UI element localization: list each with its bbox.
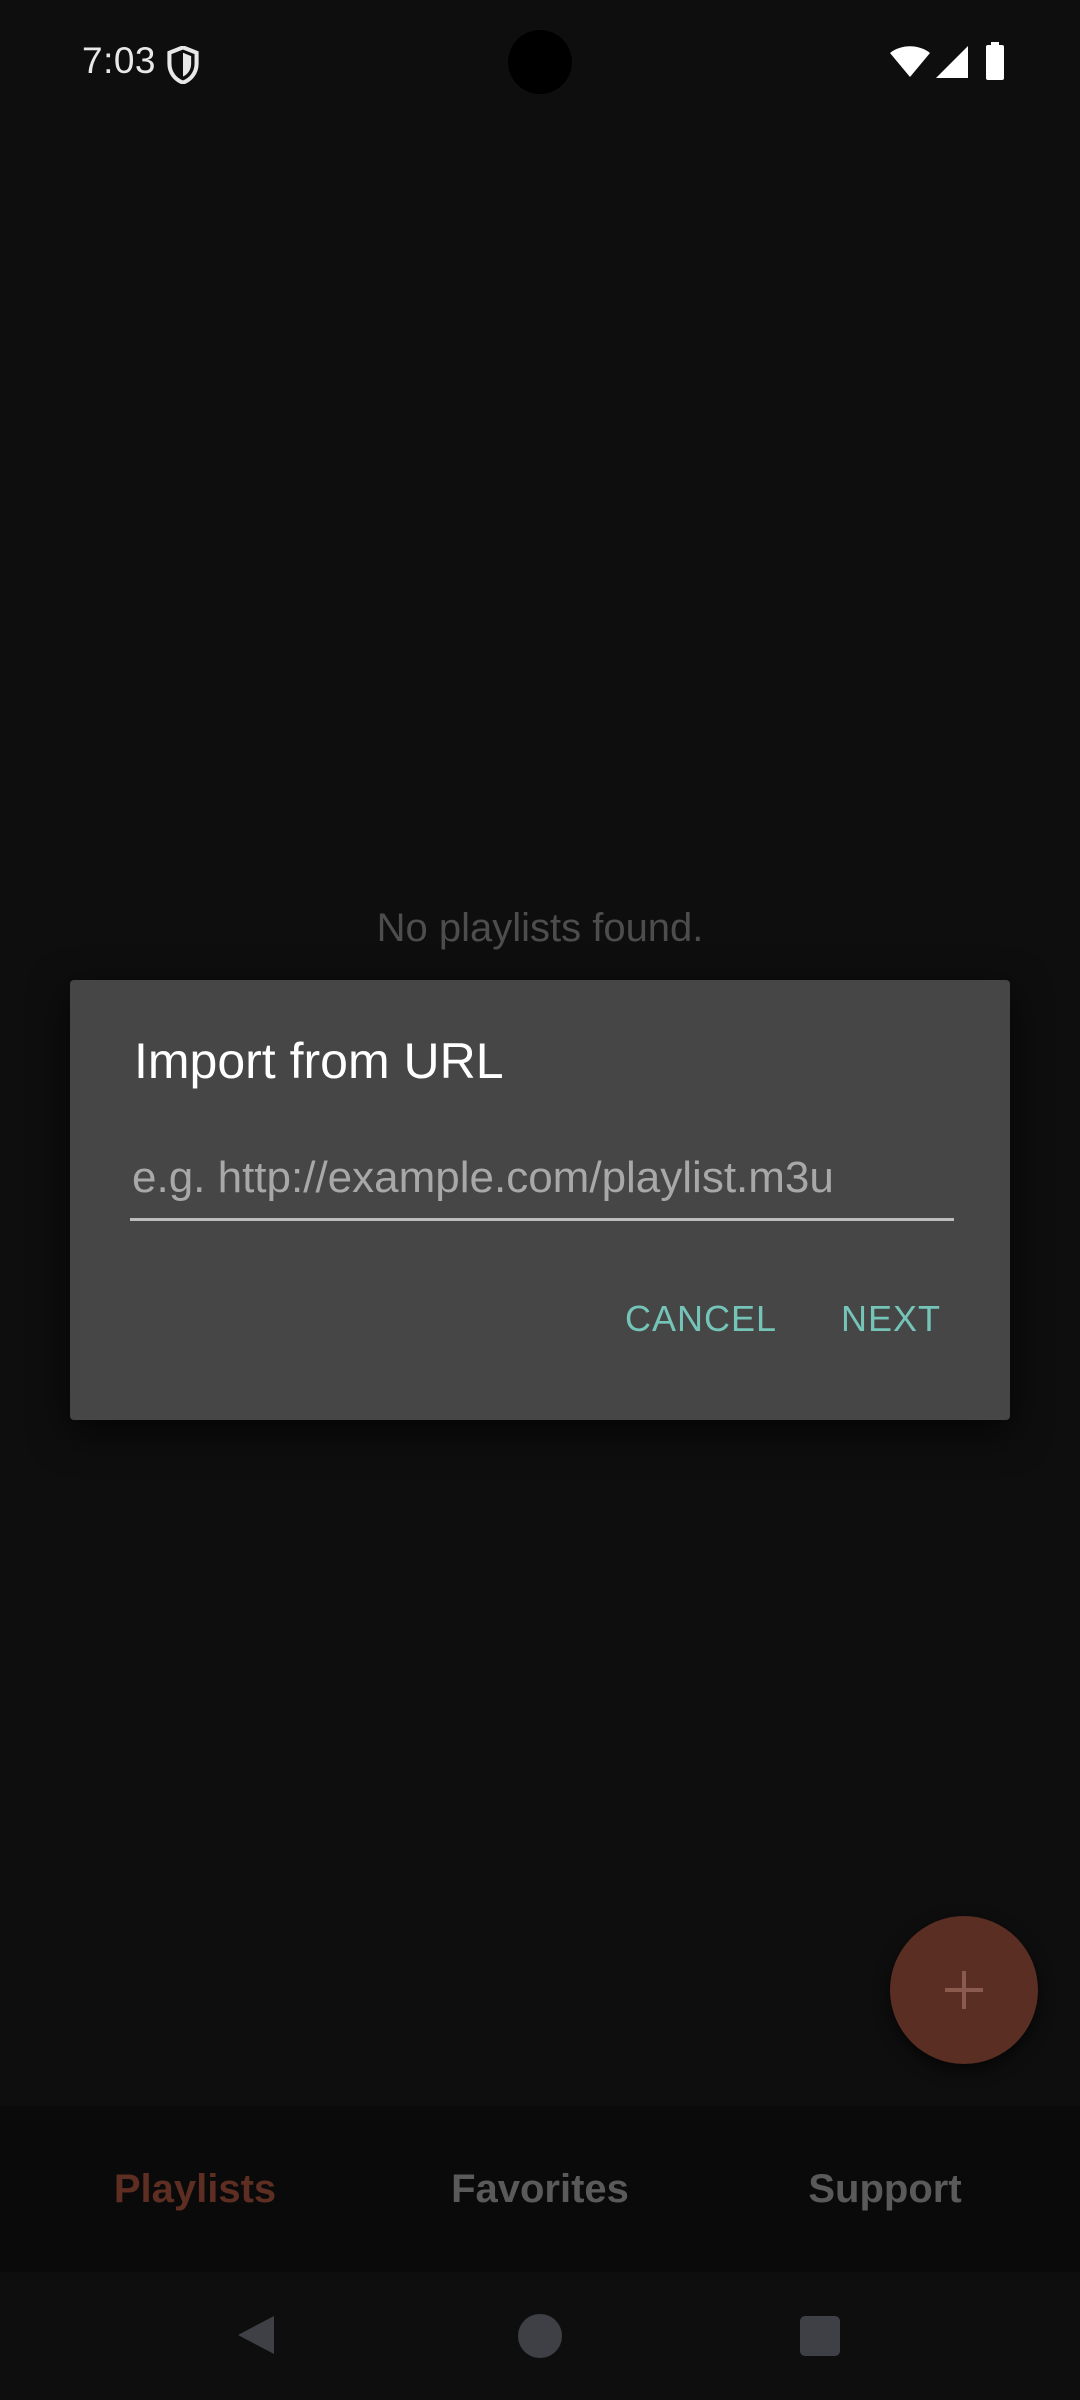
home-icon[interactable] [518,2314,562,2358]
system-nav-bar [0,2272,1080,2400]
dialog-title: Import from URL [134,1033,504,1089]
status-time: 7:03 [82,40,157,81]
screen: 7:03 No playlists found. Import from URL… [0,0,1080,2400]
add-playlist-fab[interactable] [890,1916,1038,2064]
recents-icon[interactable] [800,2316,840,2356]
url-input[interactable] [130,1146,954,1221]
signal-icon [936,46,968,78]
plus-icon [945,1971,983,2009]
back-icon[interactable] [234,2312,280,2358]
tab-playlists[interactable]: Playlists [40,2106,350,2272]
tab-favorites[interactable]: Favorites [385,2106,695,2272]
import-url-dialog: Import from URL CANCEL NEXT [70,980,1010,1420]
status-bar: 7:03 [0,0,1080,128]
camera-cutout [508,30,572,94]
empty-message: No playlists found. [376,906,704,950]
cancel-button[interactable]: CANCEL [616,1282,786,1356]
tab-support[interactable]: Support [730,2106,1040,2272]
wifi-icon [890,46,930,77]
battery-icon [986,42,1004,80]
shield-icon [167,46,199,84]
bottom-nav: Playlists Favorites Support [0,2106,1080,2272]
next-button[interactable]: NEXT [826,1282,956,1356]
